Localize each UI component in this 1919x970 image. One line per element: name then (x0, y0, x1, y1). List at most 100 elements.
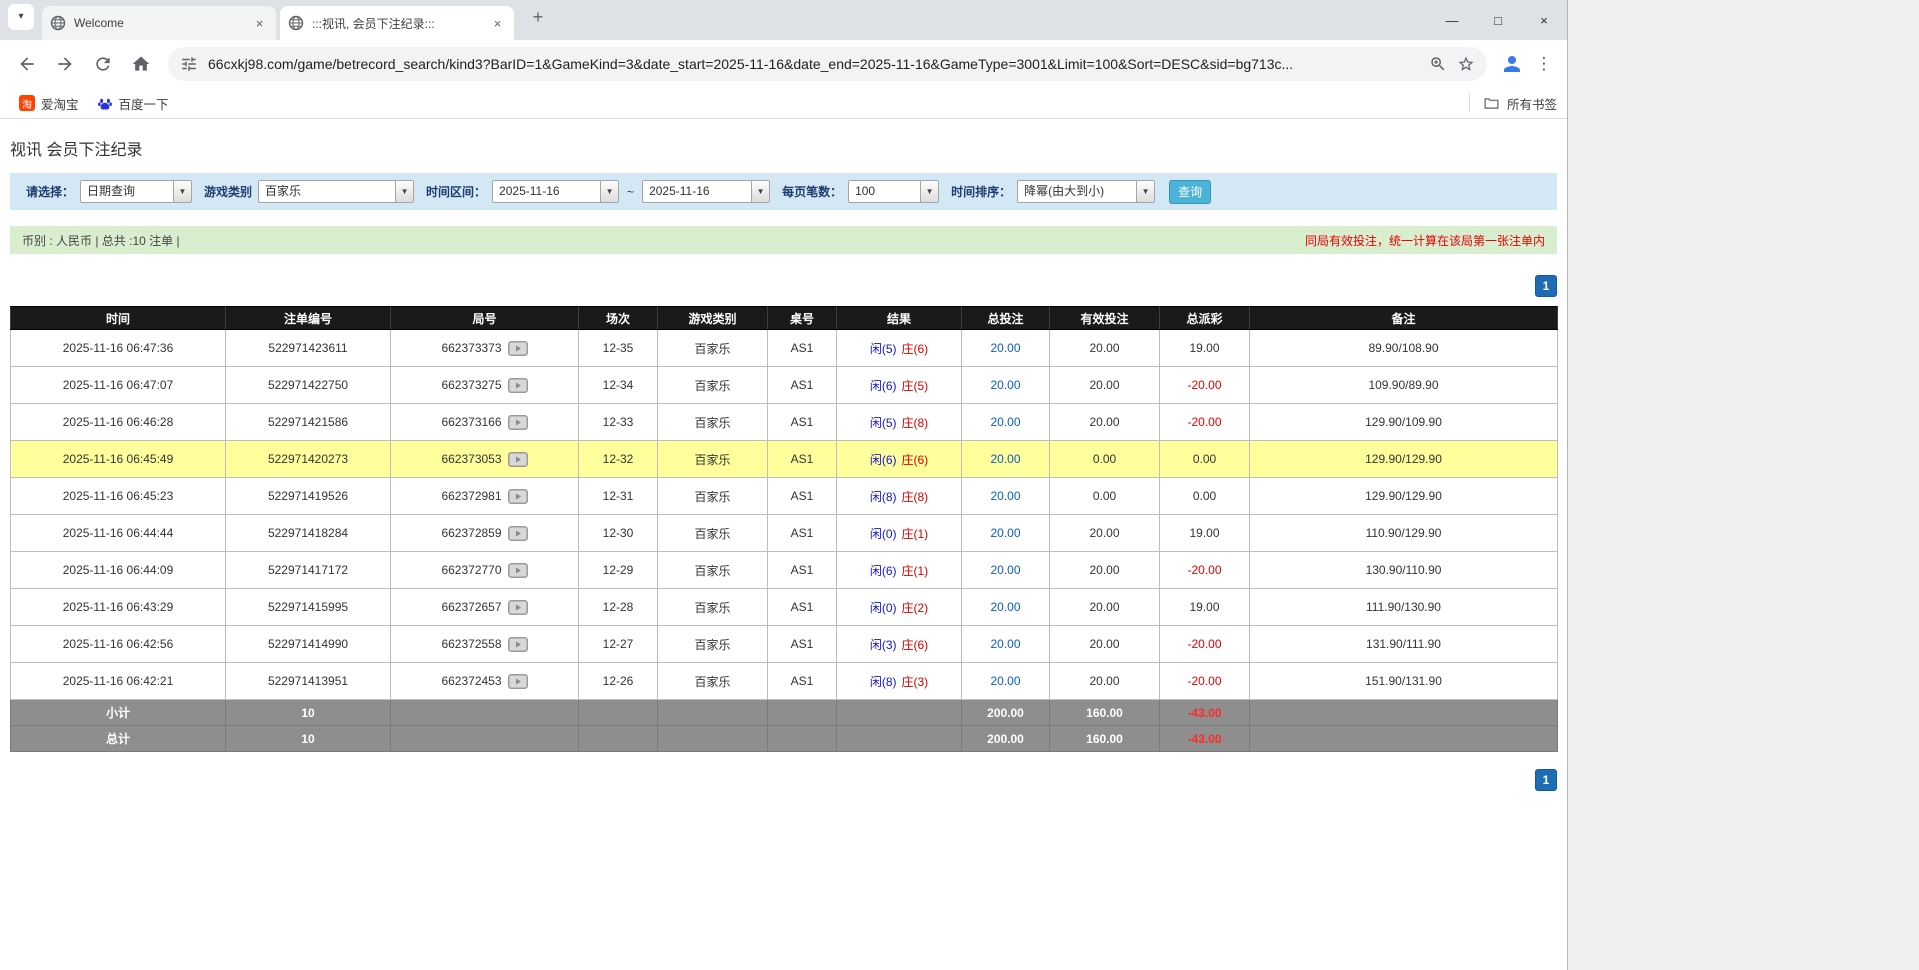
video-replay-icon[interactable] (508, 600, 528, 615)
table-row: 2025-11-16 06:47:36522971423611662373373… (11, 330, 1558, 367)
summary-empty-cell (658, 726, 768, 752)
game-type-select[interactable]: 百家乐 ▼ (258, 180, 414, 203)
per-page-select[interactable]: 100 ▼ (848, 180, 939, 203)
video-replay-icon[interactable] (508, 526, 528, 541)
cell-valid-bet: 20.00 (1050, 552, 1160, 589)
bookmarks-divider (1469, 94, 1470, 112)
summary-valid-bet: 160.00 (1050, 726, 1160, 752)
payout-value: 19.00 (1189, 526, 1219, 540)
cell-time: 2025-11-16 06:47:36 (11, 330, 226, 367)
minimize-button[interactable]: — (1429, 0, 1475, 40)
cell-round: 662372859 (391, 515, 579, 552)
cell-bet-id: 522971413951 (226, 663, 391, 700)
new-tab-button[interactable]: + (524, 4, 552, 32)
chevron-down-icon[interactable]: ▼ (920, 181, 938, 202)
page-number-button[interactable]: 1 (1535, 769, 1557, 791)
total-bet-link[interactable]: 20.00 (990, 526, 1020, 540)
round-number: 662372453 (441, 674, 501, 688)
cell-game-type: 百家乐 (658, 626, 768, 663)
cell-note: 130.90/110.90 (1250, 552, 1558, 589)
cell-round: 662373053 (391, 441, 579, 478)
round-number: 662373166 (441, 415, 501, 429)
search-button[interactable]: 查询 (1169, 180, 1211, 204)
total-bet-link[interactable]: 20.00 (990, 452, 1020, 466)
chevron-down-icon[interactable]: ▼ (395, 181, 413, 202)
table-row: 2025-11-16 06:45:49522971420273662373053… (11, 441, 1558, 478)
refresh-button[interactable] (86, 47, 120, 81)
bookmark-taobao[interactable]: 淘 爱淘宝 (10, 91, 88, 116)
tab-welcome[interactable]: Welcome × (42, 6, 276, 40)
chevron-down-icon[interactable]: ▼ (751, 181, 769, 202)
profile-button[interactable] (1495, 47, 1529, 81)
video-replay-icon[interactable] (508, 378, 528, 393)
summary-empty-cell (768, 700, 837, 726)
info-bar: 币别 : 人民币 | 总共 :10 注单 | 同局有效投注，统一计算在该局第一张… (10, 226, 1557, 254)
result-banker: 庄(1) (902, 564, 929, 578)
date-type-select[interactable]: 日期查询 ▼ (80, 180, 192, 203)
forward-button[interactable] (48, 47, 82, 81)
tab-betrecord[interactable]: :::视讯, 会员下注纪录::: × (280, 6, 514, 40)
maximize-button[interactable]: □ (1475, 0, 1521, 40)
sort-select[interactable]: 降幂(由大到小) ▼ (1017, 180, 1155, 203)
tab-search-button[interactable]: ▾ (8, 4, 34, 30)
bookmark-baidu[interactable]: 百度一下 (88, 91, 178, 116)
cell-table-number: AS1 (768, 515, 837, 552)
video-replay-icon[interactable] (508, 637, 528, 652)
tab-close-icon[interactable]: × (251, 15, 268, 32)
chevron-down-icon[interactable]: ▼ (173, 181, 191, 202)
site-info-icon[interactable] (180, 55, 198, 73)
payout-value: -20.00 (1187, 637, 1221, 651)
menu-button[interactable]: ⋮ (1529, 47, 1559, 81)
globe-icon (50, 15, 66, 31)
date-end-value: 2025-11-16 (643, 181, 751, 202)
cell-session: 12-34 (579, 367, 658, 404)
table-row: 2025-11-16 06:44:44522971418284662372859… (11, 515, 1558, 552)
chevron-down-icon[interactable]: ▼ (1136, 181, 1154, 202)
url-bar[interactable]: 66cxkj98.com/game/betrecord_search/kind3… (168, 47, 1487, 81)
cell-payout: -20.00 (1160, 626, 1250, 663)
currency-summary-text: 币别 : 人民币 | 总共 :10 注单 | (22, 232, 180, 249)
total-bet-link[interactable]: 20.00 (990, 489, 1020, 503)
cell-game-type: 百家乐 (658, 441, 768, 478)
round-number: 662372558 (441, 637, 501, 651)
summary-payout: -43.00 (1160, 726, 1250, 752)
zoom-icon[interactable] (1429, 55, 1447, 73)
total-bet-link[interactable]: 20.00 (990, 415, 1020, 429)
table-row: 2025-11-16 06:42:21522971413951662372453… (11, 663, 1558, 700)
all-bookmarks-button[interactable]: 所有书签 (1507, 94, 1557, 113)
date-start-select[interactable]: 2025-11-16 ▼ (492, 180, 619, 203)
back-button[interactable] (10, 47, 44, 81)
cell-table-number: AS1 (768, 404, 837, 441)
total-bet-link[interactable]: 20.00 (990, 563, 1020, 577)
video-replay-icon[interactable] (508, 415, 528, 430)
per-page-label: 每页笔数： (782, 183, 842, 200)
cell-valid-bet: 20.00 (1050, 663, 1160, 700)
date-range-tilde: ~ (627, 185, 634, 199)
close-button[interactable]: × (1521, 0, 1567, 40)
total-bet-link[interactable]: 20.00 (990, 600, 1020, 614)
total-bet-link[interactable]: 20.00 (990, 341, 1020, 355)
chevron-down-icon[interactable]: ▼ (600, 181, 618, 202)
cell-session: 12-26 (579, 663, 658, 700)
bookmark-star-icon[interactable] (1457, 55, 1475, 73)
payout-value: -20.00 (1187, 674, 1221, 688)
video-replay-icon[interactable] (508, 341, 528, 356)
total-bet-link[interactable]: 20.00 (990, 378, 1020, 392)
table-row: 2025-11-16 06:46:28522971421586662373166… (11, 404, 1558, 441)
total-bet-link[interactable]: 20.00 (990, 674, 1020, 688)
tab-close-icon[interactable]: × (489, 15, 506, 32)
video-replay-icon[interactable] (508, 563, 528, 578)
sort-label: 时间排序： (951, 183, 1011, 200)
date-end-select[interactable]: 2025-11-16 ▼ (642, 180, 770, 203)
home-button[interactable] (124, 47, 158, 81)
cell-result: 闲(3)庄(6) (837, 626, 962, 663)
column-header: 备注 (1250, 307, 1558, 330)
total-bet-link[interactable]: 20.00 (990, 637, 1020, 651)
video-replay-icon[interactable] (508, 674, 528, 689)
cell-game-type: 百家乐 (658, 404, 768, 441)
video-replay-icon[interactable] (508, 489, 528, 504)
round-number: 662372859 (441, 526, 501, 540)
column-header: 游戏类别 (658, 307, 768, 330)
page-number-button[interactable]: 1 (1535, 275, 1557, 297)
video-replay-icon[interactable] (508, 452, 528, 467)
